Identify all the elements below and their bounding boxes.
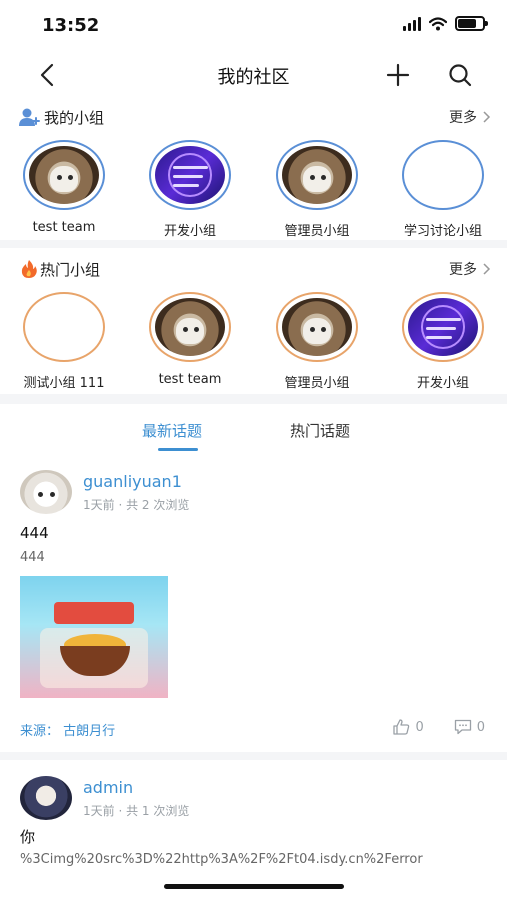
group-avatar[interactable] bbox=[23, 140, 105, 210]
my-groups-section: 我的小组 更多 test team 开发小组 管理员小组 学习讨论小组 bbox=[0, 102, 507, 240]
avatar[interactable] bbox=[20, 776, 72, 820]
post-divider bbox=[0, 752, 507, 760]
group-name: test team bbox=[32, 220, 96, 235]
group-name: 开发小组 bbox=[163, 224, 216, 239]
more-label: 更多 bbox=[449, 110, 477, 126]
topic-post[interactable]: admin 1天前 · 共 1 次浏览 你 %3Cimg%20src%3D%22… bbox=[0, 776, 507, 876]
hot-groups-title: 热门小组 bbox=[40, 261, 101, 279]
hot-groups-list: 测试小组 111 test team 管理员小组 开发小组 bbox=[0, 292, 507, 392]
hot-groups-more-button[interactable]: 更多 bbox=[449, 259, 491, 279]
post-body: %3Cimg%20src%3D%22http%3A%2F%2Ft04.isdy.… bbox=[20, 852, 423, 867]
section-divider bbox=[0, 394, 507, 404]
add-icon[interactable] bbox=[384, 61, 412, 89]
page-title: 我的社区 bbox=[217, 67, 290, 88]
group-avatar[interactable] bbox=[276, 140, 358, 210]
signal-icon bbox=[403, 16, 421, 31]
group-name: 管理员小组 bbox=[284, 376, 350, 391]
comment-count: 0 bbox=[476, 719, 485, 735]
comment-button[interactable]: 0 bbox=[454, 719, 485, 735]
hot-groups-section: 热门小组 更多 测试小组 111 test team 管理员小组 开发小组 bbox=[0, 254, 507, 392]
fire-icon bbox=[21, 260, 37, 278]
post-meta: 1天前 · 共 1 次浏览 bbox=[83, 804, 190, 818]
my-groups-more-button[interactable]: 更多 bbox=[449, 107, 491, 127]
post-meta: 1天前 · 共 2 次浏览 bbox=[83, 498, 190, 512]
group-item[interactable]: 开发小组 bbox=[380, 292, 506, 391]
chevron-right-icon bbox=[483, 263, 491, 275]
group-item[interactable]: test team bbox=[127, 292, 253, 387]
wifi-icon bbox=[429, 16, 447, 30]
group-item[interactable]: 测试小组 111 bbox=[1, 292, 127, 391]
group-avatar[interactable] bbox=[149, 140, 231, 210]
status-icons bbox=[403, 16, 488, 31]
my-groups-header: 我的小组 更多 bbox=[0, 102, 507, 132]
group-item[interactable]: 管理员小组 bbox=[254, 140, 380, 239]
group-avatar[interactable] bbox=[402, 140, 484, 210]
status-time: 13:52 bbox=[42, 15, 100, 36]
search-icon[interactable] bbox=[446, 61, 474, 89]
post-title[interactable]: 你 bbox=[20, 826, 35, 847]
post-username[interactable]: admin bbox=[83, 778, 133, 797]
my-groups-title: 我的小组 bbox=[44, 109, 105, 127]
home-indicator bbox=[164, 884, 344, 889]
tab-active-indicator bbox=[158, 448, 198, 451]
group-name: 学习讨论小组 bbox=[403, 224, 482, 239]
my-groups-list: test team 开发小组 管理员小组 学习讨论小组 bbox=[0, 140, 507, 240]
topic-tabs: 最新话题 热门话题 bbox=[0, 408, 507, 454]
status-bar: 13:52 bbox=[0, 0, 507, 50]
group-name: 管理员小组 bbox=[284, 224, 350, 239]
post-actions: 0 0 bbox=[392, 719, 485, 735]
hot-groups-header: 热门小组 更多 bbox=[0, 254, 507, 284]
post-title[interactable]: 444 bbox=[20, 524, 49, 542]
group-item[interactable]: 管理员小组 bbox=[254, 292, 380, 391]
post-body: 444 bbox=[20, 550, 45, 565]
like-button[interactable]: 0 bbox=[392, 719, 424, 735]
group-item[interactable]: test team bbox=[1, 140, 127, 235]
post-username[interactable]: guanliyuan1 bbox=[83, 472, 182, 491]
group-item[interactable]: 学习讨论小组 bbox=[380, 140, 506, 239]
battery-icon bbox=[455, 16, 488, 31]
chevron-right-icon bbox=[483, 111, 491, 123]
more-label: 更多 bbox=[449, 262, 477, 278]
user-add-icon bbox=[19, 108, 40, 126]
group-avatar[interactable] bbox=[149, 292, 231, 362]
group-avatar[interactable] bbox=[23, 292, 105, 362]
nav-bar: 我的社区 bbox=[0, 52, 507, 98]
group-avatar[interactable] bbox=[276, 292, 358, 362]
group-item[interactable]: 开发小组 bbox=[127, 140, 253, 239]
avatar[interactable] bbox=[20, 470, 72, 514]
comment-icon bbox=[454, 719, 471, 735]
tab-hot-topics[interactable]: 热门话题 bbox=[290, 420, 350, 441]
like-count: 0 bbox=[415, 719, 424, 735]
section-divider bbox=[0, 240, 507, 248]
post-source[interactable]: 来源： 古朗月行 bbox=[20, 720, 115, 739]
group-name: test team bbox=[158, 372, 222, 387]
group-name: 测试小组 111 bbox=[23, 376, 105, 391]
tab-latest-topics[interactable]: 最新话题 bbox=[142, 420, 202, 441]
group-name: 开发小组 bbox=[416, 376, 469, 391]
group-avatar[interactable] bbox=[402, 292, 484, 362]
topic-post[interactable]: guanliyuan1 1天前 · 共 2 次浏览 444 444 来源： 古朗… bbox=[0, 470, 507, 746]
thumbs-up-icon bbox=[393, 719, 410, 735]
post-image[interactable] bbox=[20, 576, 168, 698]
